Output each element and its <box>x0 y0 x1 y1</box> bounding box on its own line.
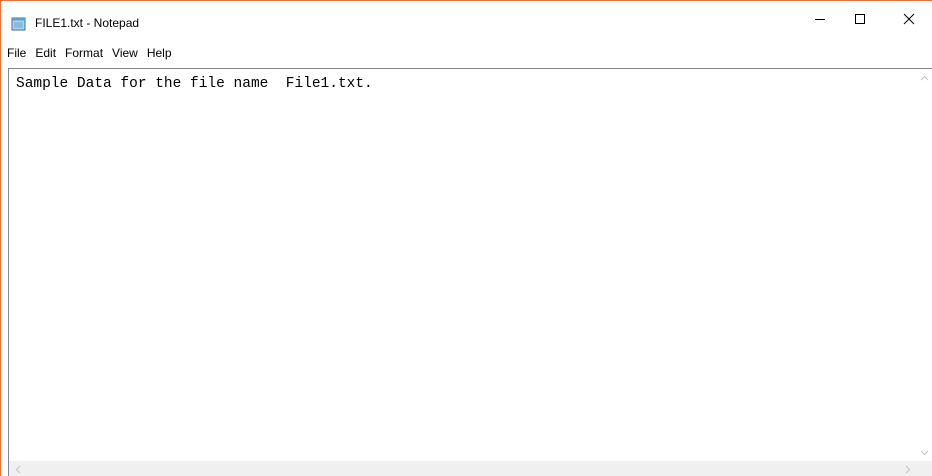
menu-file[interactable]: File <box>5 43 31 63</box>
menu-view[interactable]: View <box>110 43 143 63</box>
scroll-up-icon[interactable] <box>916 69 932 86</box>
menu-bar: File Edit Format View Help <box>1 42 932 64</box>
scrollbar-corner <box>916 461 932 476</box>
menu-edit[interactable]: Edit <box>33 43 61 63</box>
close-button[interactable] <box>886 1 932 41</box>
close-icon <box>903 12 915 30</box>
menu-help[interactable]: Help <box>145 43 177 63</box>
horizontal-scrollbar[interactable] <box>9 461 916 476</box>
title-bar[interactable]: FILE1.txt - Notepad <box>1 1 932 41</box>
editor-area: Sample Data for the file name File1.txt. <box>8 68 932 476</box>
scroll-left-icon[interactable] <box>9 461 26 476</box>
notepad-window: FILE1.txt - Notepad File Edit Format Vie… <box>0 0 932 476</box>
scroll-down-icon[interactable] <box>916 444 932 461</box>
vertical-scrollbar[interactable] <box>916 69 932 461</box>
menu-format[interactable]: Format <box>63 43 108 63</box>
window-title: FILE1.txt - Notepad <box>35 16 140 30</box>
scroll-right-icon[interactable] <box>899 461 916 476</box>
notepad-icon <box>11 17 27 31</box>
maximize-icon <box>854 12 866 30</box>
text-editor[interactable]: Sample Data for the file name File1.txt. <box>9 69 916 461</box>
maximize-button[interactable] <box>837 1 883 41</box>
minimize-icon <box>814 12 826 30</box>
